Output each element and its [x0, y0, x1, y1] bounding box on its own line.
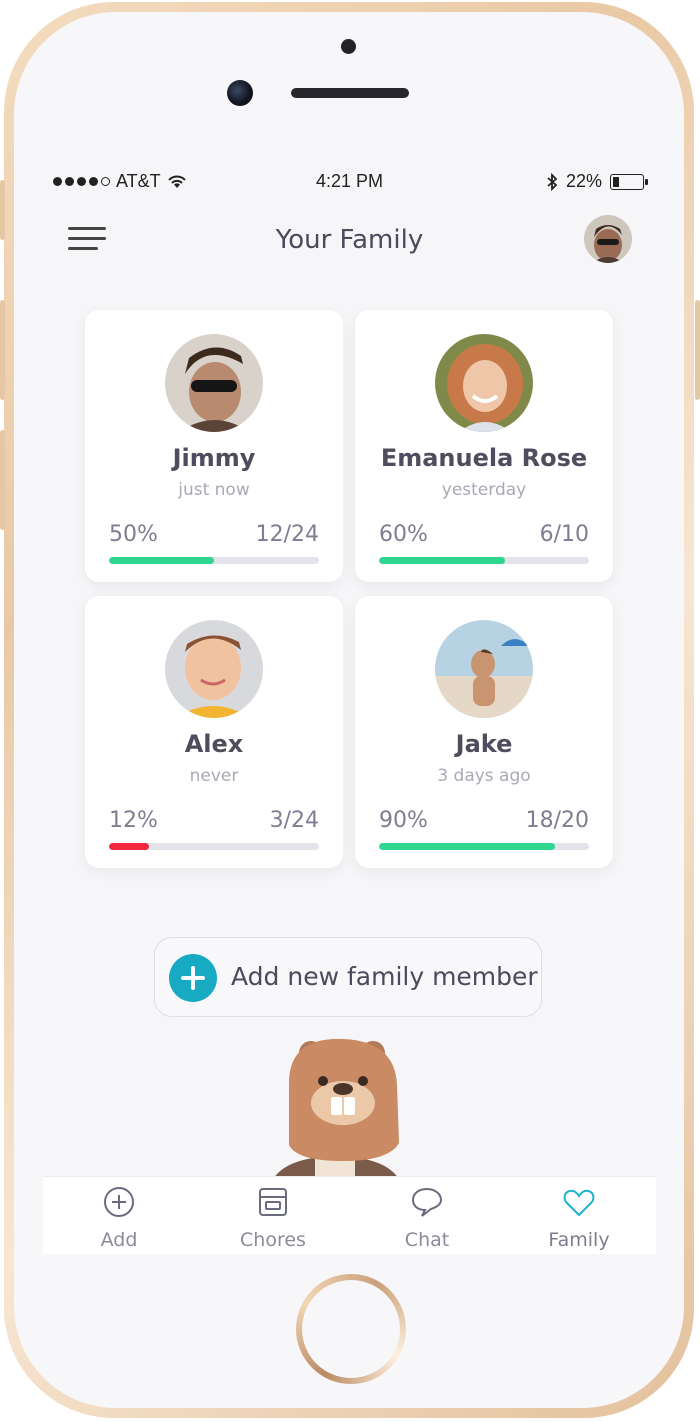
side-button-volume-up	[0, 300, 5, 400]
tab-label: Chores	[240, 1229, 306, 1251]
earpiece-speaker	[291, 88, 409, 98]
progress-track	[109, 557, 319, 564]
status-bar: AT&T 4:21 PM 22%	[43, 163, 656, 199]
member-card-jake[interactable]: Jake 3 days ago 90% 18/20	[355, 596, 613, 868]
chores-icon	[259, 1188, 287, 1216]
member-chore-count: 12/24	[255, 522, 319, 547]
member-progress-percent: 90%	[379, 808, 428, 833]
beaver-mascot-illustration	[271, 1038, 401, 1183]
tab-chat[interactable]: Chat	[367, 1185, 487, 1251]
member-card-emanuela-rose[interactable]: Emanuela Rose yesterday 60% 6/10	[355, 310, 613, 582]
member-chore-count: 3/24	[269, 808, 319, 833]
add-family-member-label: Add new family member	[231, 962, 538, 991]
member-card-jimmy[interactable]: Jimmy just now 50% 12/24	[85, 310, 343, 582]
status-right: 22%	[546, 171, 648, 192]
side-button-mute	[0, 180, 5, 240]
member-chore-count: 6/10	[539, 522, 589, 547]
progress-track	[109, 843, 319, 850]
app-screen: AT&T 4:21 PM 22% Your Family Jimmy just …	[43, 163, 656, 1254]
tab-label: Add	[100, 1229, 138, 1251]
member-photo	[435, 334, 533, 432]
progress-track	[379, 557, 589, 564]
member-last-seen: never	[189, 766, 239, 786]
progress-fill	[379, 557, 505, 564]
member-last-seen: just now	[178, 480, 250, 500]
member-name: Jake	[455, 730, 513, 758]
member-photo	[165, 620, 263, 718]
member-photo	[435, 620, 533, 718]
add-circle-icon	[104, 1187, 134, 1217]
member-photo	[165, 334, 263, 432]
front-camera	[227, 80, 253, 106]
battery-icon	[610, 173, 648, 190]
plus-icon	[169, 954, 217, 1002]
bottom-tab-bar: Add Chores Chat Family	[43, 1176, 656, 1254]
add-family-member-button[interactable]: Add new family member	[154, 937, 542, 1017]
side-button-power	[695, 300, 700, 400]
member-card-alex[interactable]: Alex never 12% 3/24	[85, 596, 343, 868]
progress-track	[379, 843, 589, 850]
tab-label: Family	[548, 1229, 610, 1251]
member-name: Jimmy	[172, 444, 256, 472]
battery-percent: 22%	[565, 171, 602, 191]
side-button-volume-down	[0, 430, 5, 530]
member-last-seen: yesterday	[441, 480, 527, 500]
progress-fill	[379, 843, 556, 850]
progress-fill	[109, 557, 214, 564]
member-chore-count: 18/20	[525, 808, 589, 833]
member-name: Emanuela Rose	[380, 444, 588, 472]
member-progress-percent: 60%	[379, 522, 428, 547]
proximity-sensor	[341, 39, 356, 54]
member-progress-percent: 50%	[109, 522, 158, 547]
tab-family[interactable]: Family	[519, 1185, 639, 1251]
tab-label: Chat	[404, 1229, 450, 1251]
member-last-seen: 3 days ago	[437, 766, 531, 786]
page-title: Your Family	[275, 225, 424, 255]
progress-fill	[109, 843, 149, 850]
tab-chores[interactable]: Chores	[213, 1185, 333, 1251]
user-avatar[interactable]	[584, 215, 632, 263]
chat-bubble-icon	[411, 1187, 443, 1217]
heart-icon	[563, 1189, 595, 1217]
member-progress-percent: 12%	[109, 808, 158, 833]
bluetooth-icon	[547, 172, 558, 191]
header: Your Family	[43, 213, 656, 273]
home-button[interactable]	[296, 1274, 406, 1384]
tab-add[interactable]: Add	[59, 1185, 179, 1251]
member-name: Alex	[184, 730, 244, 758]
